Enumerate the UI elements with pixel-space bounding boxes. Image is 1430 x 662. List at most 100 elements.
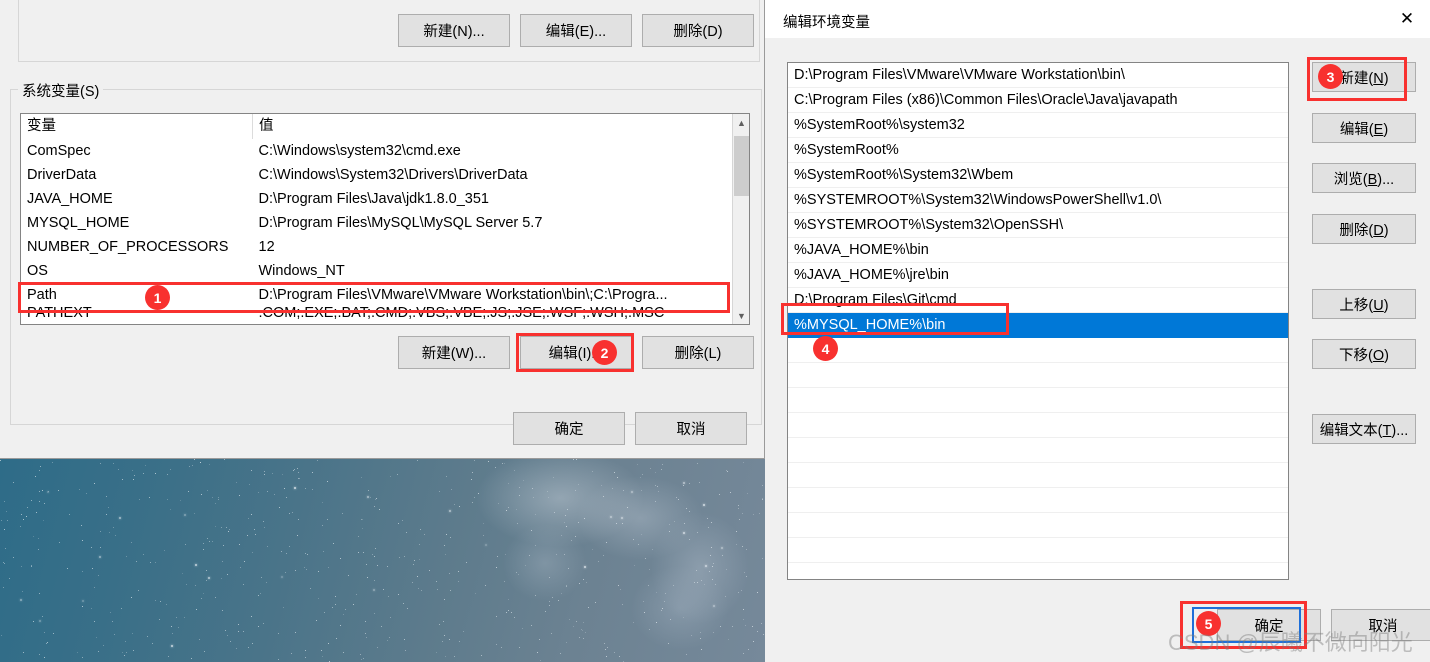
table-row[interactable]: MYSQL_HOME D:\Program Files\MySQL\MySQL S…: [21, 211, 733, 235]
system-new-label: 新建(W)...: [421, 346, 487, 362]
user-edit-label: 编辑(E)...: [545, 24, 607, 40]
path-item-empty[interactable]: [788, 363, 1288, 388]
right-dialog-action-buttons: 确定 取消: [1217, 609, 1430, 641]
path-item[interactable]: D:\Program Files\Git\cmd: [788, 288, 1288, 313]
path-item-empty[interactable]: [788, 388, 1288, 413]
path-item-empty[interactable]: [788, 538, 1288, 563]
dialog-titlebar: 编辑环境变量 ✕: [765, 0, 1430, 38]
path-item[interactable]: %SYSTEMROOT%\System32\WindowsPowerShell\…: [788, 188, 1288, 213]
variable-name-cell: Path: [27, 287, 57, 303]
path-item-empty[interactable]: [788, 338, 1288, 363]
left-ok-label: 确定: [554, 422, 584, 438]
left-ok-button[interactable]: 确定: [513, 412, 625, 445]
variable-value-cell: 12: [258, 239, 275, 255]
path-item[interactable]: %JAVA_HOME%\bin: [788, 238, 1288, 263]
variable-value-cell: .COM;.EXE;.BAT;.CMD;.VBS;.VBE;.JS;.JSE;.…: [258, 307, 665, 320]
right-cancel-button[interactable]: 取消: [1331, 609, 1430, 641]
path-item-empty[interactable]: [788, 463, 1288, 488]
path-d-button[interactable]: 删除(D): [1312, 214, 1416, 244]
system-edit-button[interactable]: 编辑(I)...: [520, 336, 632, 369]
table-row[interactable]: DriverData C:\Windows\System32\Drivers\Dr…: [21, 163, 733, 187]
user-variables-buttons: 新建(N)... 编辑(E)... 删除(D): [398, 14, 754, 47]
variable-value-cell: D:\Program Files\MySQL\MySQL Server 5.7: [258, 215, 543, 231]
system-edit-label: 编辑(I)...: [548, 346, 604, 362]
right-ok-label: 确定: [1254, 618, 1284, 635]
user-new-label: 新建(N)...: [423, 24, 485, 40]
path-item[interactable]: C:\Program Files (x86)\Common Files\Orac…: [788, 88, 1288, 113]
button-label: 上移(U): [1339, 297, 1389, 314]
variable-value-cell: C:\Windows\System32\Drivers\DriverData: [258, 167, 528, 183]
column-header-value[interactable]: 值: [252, 114, 733, 139]
path-o-button[interactable]: 下移(O): [1312, 339, 1416, 369]
starfield: [0, 458, 765, 662]
scrollbar-thumb[interactable]: [734, 136, 749, 196]
user-new-button[interactable]: 新建(N)...: [398, 14, 510, 47]
table-scrollbar[interactable]: ▲ ▼: [732, 114, 749, 324]
close-icon[interactable]: ✕: [1384, 0, 1430, 38]
left-dialog-action-buttons: 确定 取消: [513, 412, 747, 445]
screen-root: 新建(N)... 编辑(E)... 删除(D) 系统变量(S) 变量 值 Com…: [0, 0, 1430, 662]
variable-name-cell: MYSQL_HOME: [27, 215, 130, 231]
path-item-empty[interactable]: [788, 413, 1288, 438]
system-variables-table[interactable]: 变量 值 ComSpec C:\Windows\system32\cmd.exe D…: [20, 113, 750, 325]
variable-name-cell: JAVA_HOME: [27, 191, 113, 207]
path-e-button[interactable]: 编辑(E): [1312, 113, 1416, 143]
button-label: 新建(N): [1339, 70, 1389, 87]
button-label: 下移(O): [1339, 347, 1389, 364]
table-row[interactable]: NUMBER_OF_PROCESSORS 12: [21, 235, 733, 259]
variable-name-cell: PATHEXT: [27, 307, 92, 320]
button-label: 编辑文本(T)...: [1319, 422, 1409, 439]
variable-value-cell: C:\Windows\system32\cmd.exe: [258, 143, 461, 159]
table-row[interactable]: ComSpec C:\Windows\system32\cmd.exe: [21, 139, 733, 163]
table-row[interactable]: Path D:\Program Files\VMware\VMware Works…: [21, 283, 733, 307]
path-item-empty[interactable]: [788, 488, 1288, 513]
path-n-button[interactable]: 新建(N): [1312, 62, 1416, 92]
user-edit-button[interactable]: 编辑(E)...: [520, 14, 632, 47]
column-header-variable[interactable]: 变量: [21, 114, 253, 139]
scroll-up-icon[interactable]: ▲: [733, 114, 749, 131]
scroll-down-icon[interactable]: ▼: [733, 307, 749, 324]
right-ok-button[interactable]: 确定: [1217, 609, 1321, 641]
path-item-empty[interactable]: [788, 438, 1288, 463]
path-item[interactable]: %SystemRoot%: [788, 138, 1288, 163]
system-variables-group-label: 系统变量(S): [18, 80, 104, 101]
path-t-button[interactable]: 编辑文本(T)...: [1312, 414, 1416, 444]
table-row[interactable]: OS Windows_NT: [21, 259, 733, 283]
button-label: 编辑(E): [1339, 121, 1389, 138]
system-variables-buttons: 新建(W)... 编辑(I)... 删除(L): [398, 336, 754, 369]
user-delete-button[interactable]: 删除(D): [642, 14, 754, 47]
path-item-empty[interactable]: [788, 563, 1288, 579]
table-header-row: 变量 值: [21, 114, 733, 139]
path-item[interactable]: %SystemRoot%\system32: [788, 113, 1288, 138]
variable-name-cell: DriverData: [27, 167, 97, 183]
system-delete-label: 删除(L): [674, 346, 722, 362]
edit-environment-variable-dialog: 编辑环境变量 ✕ D:\Program Files\VMware\VMware …: [765, 0, 1430, 662]
variable-name-cell: ComSpec: [27, 143, 91, 159]
right-cancel-label: 取消: [1368, 618, 1398, 635]
path-item[interactable]: %SYSTEMROOT%\System32\OpenSSH\: [788, 213, 1288, 238]
environment-variables-dialog: 新建(N)... 编辑(E)... 删除(D) 系统变量(S) 变量 值 Com…: [0, 0, 765, 459]
button-label: 浏览(B)...: [1333, 171, 1395, 188]
variable-value-cell: D:\Program Files\Java\jdk1.8.0_351: [258, 191, 490, 207]
path-item-empty[interactable]: [788, 513, 1288, 538]
path-b-button[interactable]: 浏览(B)...: [1312, 163, 1416, 193]
path-u-button[interactable]: 上移(U): [1312, 289, 1416, 319]
path-item[interactable]: %SystemRoot%\System32\Wbem: [788, 163, 1288, 188]
table-row[interactable]: JAVA_HOME D:\Program Files\Java\jdk1.8.0_…: [21, 187, 733, 211]
user-delete-label: 删除(D): [673, 24, 723, 40]
path-item-selected[interactable]: %MYSQL_HOME%\bin: [788, 313, 1288, 338]
dialog-title: 编辑环境变量: [783, 15, 870, 31]
left-cancel-button[interactable]: 取消: [635, 412, 747, 445]
system-new-button[interactable]: 新建(W)...: [398, 336, 510, 369]
path-entries-list[interactable]: D:\Program Files\VMware\VMware Workstati…: [787, 62, 1289, 580]
variable-name-cell: NUMBER_OF_PROCESSORS: [27, 239, 229, 255]
path-item[interactable]: D:\Program Files\VMware\VMware Workstati…: [788, 63, 1288, 88]
system-delete-button[interactable]: 删除(L): [642, 336, 754, 369]
table-row[interactable]: PATHEXT .COM;.EXE;.BAT;.CMD;.VBS;.VBE;.JS…: [21, 307, 733, 320]
path-item[interactable]: %JAVA_HOME%\jre\bin: [788, 263, 1288, 288]
left-cancel-label: 取消: [676, 422, 706, 438]
variable-value-cell: Windows_NT: [258, 263, 345, 279]
button-label: 删除(D): [1339, 222, 1389, 239]
variable-value-cell: D:\Program Files\VMware\VMware Workstati…: [258, 287, 668, 303]
variable-name-cell: OS: [27, 263, 48, 279]
